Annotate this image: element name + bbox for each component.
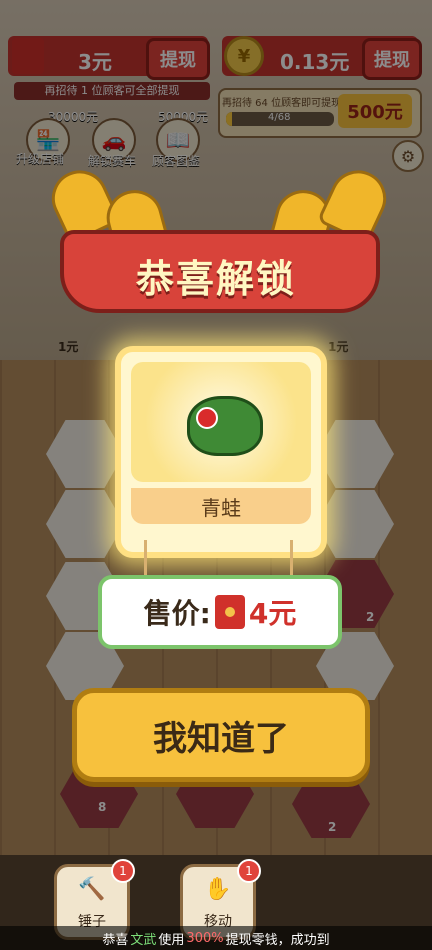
string-left <box>144 540 147 580</box>
ticker-percent: 300% <box>186 930 224 946</box>
banner-title: 恭喜解锁 <box>135 257 296 301</box>
frog-eye <box>196 407 218 429</box>
ticker-prefix: 恭喜 <box>102 932 129 948</box>
confirm-button[interactable]: 我知道了 <box>72 688 370 782</box>
item-image-area <box>131 362 311 482</box>
hammer-count-badge: 1 <box>111 859 135 883</box>
price-value: 4元 <box>248 597 297 630</box>
red-packet-icon <box>214 595 245 629</box>
hand-icon: ✋ <box>204 877 232 902</box>
unlock-banner: 恭喜解锁 <box>42 161 396 313</box>
news-ticker: 恭喜 文武 使用 300% 提现零钱，成功到 <box>0 926 432 950</box>
unlocked-item-card: 青蛙 <box>115 346 327 558</box>
item-name: 青蛙 <box>131 488 311 524</box>
hammer-icon: 🔨 <box>78 877 106 902</box>
price-label: 售价: <box>143 597 211 630</box>
string-right <box>290 540 293 580</box>
frog-icon <box>187 396 263 456</box>
ticker-suffix: 提现零钱，成功到 <box>225 932 330 948</box>
move-count-badge: 1 <box>237 859 261 883</box>
ticker-name: 文武 <box>130 932 157 948</box>
ticker-mid: 使用 <box>158 932 185 948</box>
price-tag: 售价: 4元 <box>98 575 342 649</box>
